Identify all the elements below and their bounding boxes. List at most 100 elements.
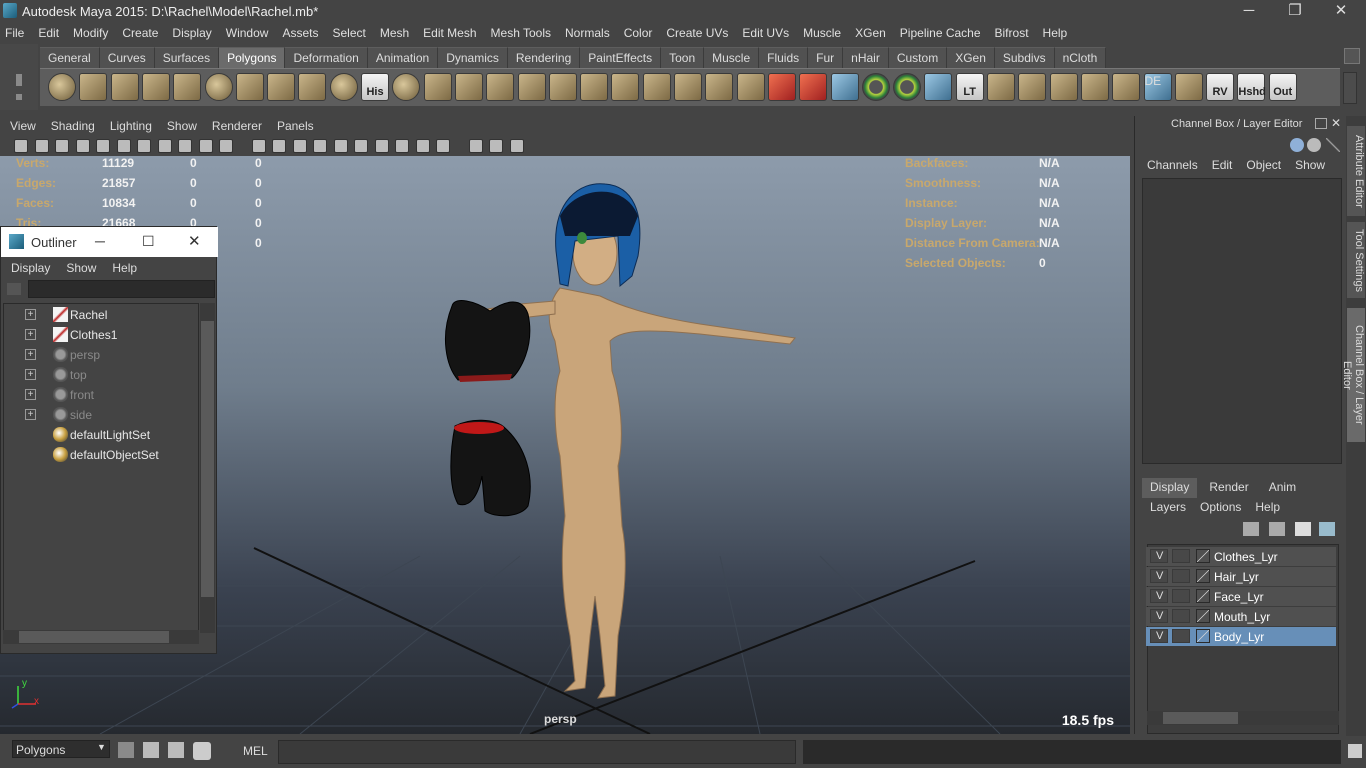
- bridge-icon[interactable]: [580, 73, 609, 101]
- shelf-tab-polygons[interactable]: Polygons: [219, 47, 286, 68]
- poly-cone-icon[interactable]: [141, 73, 170, 101]
- outliner-maximize-button[interactable]: ☐: [142, 233, 155, 250]
- poke-icon[interactable]: [736, 73, 765, 101]
- side-tab-attribute-editor[interactable]: Attribute Editor: [1347, 126, 1365, 216]
- select-mode-icon[interactable]: [118, 742, 134, 758]
- shelf-tab-fur[interactable]: Fur: [808, 47, 844, 68]
- hypershade-icon[interactable]: Hshd: [1237, 73, 1266, 101]
- layer-tab-display[interactable]: Display: [1142, 478, 1198, 498]
- outliner-menu-help[interactable]: Help: [112, 261, 137, 275]
- menu-edit-mesh[interactable]: Edit Mesh: [423, 26, 476, 40]
- layer-row[interactable]: V Face_Lyr: [1146, 587, 1336, 606]
- shelf-tab-surfaces[interactable]: Surfaces: [154, 47, 220, 68]
- uv-auto-icon[interactable]: [1080, 73, 1109, 101]
- layer-color-swatch[interactable]: [1196, 549, 1210, 563]
- layer-row[interactable]: V Mouth_Lyr: [1146, 607, 1336, 626]
- script-language-label[interactable]: MEL: [243, 744, 268, 758]
- filter-icon[interactable]: [7, 283, 21, 295]
- shelf-menu-icon[interactable]: [16, 94, 22, 100]
- xray-icon[interactable]: [468, 139, 483, 153]
- shelf-tab-deformation[interactable]: Deformation: [285, 47, 368, 68]
- command-input[interactable]: [278, 740, 796, 764]
- viewport-menu-renderer[interactable]: Renderer: [212, 119, 262, 133]
- shelf-tab-ncloth[interactable]: nCloth: [1054, 47, 1107, 68]
- shelf-scroll[interactable]: [1343, 72, 1357, 104]
- layer-row[interactable]: V Clothes_Lyr: [1146, 547, 1336, 566]
- uv-spherical-icon[interactable]: [1049, 73, 1078, 101]
- image-plane-icon[interactable]: [96, 139, 110, 153]
- poly-sphere-icon[interactable]: [48, 73, 76, 101]
- shelf-tab-rendering[interactable]: Rendering: [507, 47, 581, 68]
- resolution-gate-icon[interactable]: [157, 139, 172, 153]
- outliner-item[interactable]: + persp: [4, 345, 204, 365]
- outliner-item[interactable]: defaultLightSet: [4, 425, 204, 445]
- menu-display[interactable]: Display: [172, 26, 211, 40]
- outliner-horizontal-scrollbar[interactable]: [3, 630, 199, 644]
- grid-icon[interactable]: [116, 139, 131, 153]
- xray-components-icon[interactable]: [509, 139, 524, 153]
- side-tab-channel-box-layer-editor[interactable]: Channel Box / Layer Editor: [1341, 308, 1365, 442]
- move-layer-up-icon[interactable]: [1243, 522, 1259, 536]
- outliner-item[interactable]: + side: [4, 405, 204, 425]
- append-icon[interactable]: [611, 73, 640, 101]
- close-button[interactable]: ✕: [1318, 0, 1364, 22]
- menu-mesh[interactable]: Mesh: [380, 26, 409, 40]
- tool-settings-toggle-icon[interactable]: [1326, 138, 1340, 152]
- display-type-toggle[interactable]: [1172, 589, 1190, 603]
- layer-row[interactable]: V Body_Lyr: [1146, 627, 1336, 646]
- viewport-menu-view[interactable]: View: [10, 119, 36, 133]
- shelf-tab-general[interactable]: General: [40, 47, 100, 68]
- outliner-menu-display[interactable]: Display: [11, 261, 50, 275]
- anti-alias-icon[interactable]: [415, 139, 430, 153]
- layer-color-swatch[interactable]: [1196, 629, 1210, 643]
- bookmark-icon[interactable]: [75, 139, 90, 153]
- merge-icon[interactable]: [674, 73, 702, 101]
- shelf-tab-subdivs[interactable]: Subdivs: [994, 47, 1055, 68]
- poly-pipe-icon[interactable]: [267, 73, 296, 101]
- film-gate-icon[interactable]: [137, 139, 151, 153]
- hierarchy-mode-icon[interactable]: [143, 742, 159, 758]
- xray-joints-icon[interactable]: [489, 139, 503, 153]
- menu-file[interactable]: File: [5, 26, 24, 40]
- isolate-select-icon[interactable]: [436, 139, 450, 153]
- interactive-split-icon[interactable]: [329, 73, 358, 101]
- outliner-close-button[interactable]: ✕: [188, 232, 201, 250]
- display-type-toggle[interactable]: [1172, 629, 1190, 643]
- menu-create-uvs[interactable]: Create UVs: [666, 26, 728, 40]
- uv-cylindrical-icon[interactable]: [1018, 73, 1047, 101]
- minimize-button[interactable]: ─: [1226, 0, 1272, 22]
- ambient-occlusion-icon[interactable]: [374, 139, 389, 153]
- side-tab-tool-settings[interactable]: Tool Settings: [1347, 222, 1365, 298]
- display-type-toggle[interactable]: [1172, 569, 1190, 583]
- outliner-minimize-button[interactable]: ─: [95, 233, 105, 249]
- display-type-toggle[interactable]: [1172, 609, 1190, 623]
- expand-icon[interactable]: +: [25, 329, 36, 340]
- clothes-shorts[interactable]: [450, 419, 531, 517]
- transfer-icon[interactable]: [893, 73, 922, 101]
- shelf-tab-curves[interactable]: Curves: [99, 47, 155, 68]
- outliner-menu-show[interactable]: Show: [66, 261, 96, 275]
- shelf-tab-nhair[interactable]: nHair: [843, 47, 889, 68]
- shelf-options-icon[interactable]: [16, 74, 22, 86]
- menu-modify[interactable]: Modify: [73, 26, 108, 40]
- expand-icon[interactable]: +: [25, 389, 36, 400]
- reduce-icon[interactable]: [830, 73, 859, 101]
- shelf-tab-custom[interactable]: Custom: [888, 47, 948, 68]
- uv-editor-icon[interactable]: [1112, 73, 1141, 101]
- shade-wireframe-icon[interactable]: [292, 139, 307, 153]
- layer-menu-layers[interactable]: Layers: [1150, 500, 1186, 514]
- poly-pyramid-icon[interactable]: [235, 73, 264, 101]
- outliner-item[interactable]: + front: [4, 385, 204, 405]
- separate-icon[interactable]: [423, 73, 452, 101]
- safe-action-icon[interactable]: [219, 139, 233, 153]
- channel-box-toggle-icon[interactable]: [1290, 138, 1304, 152]
- component-mode-icon[interactable]: [193, 742, 211, 760]
- menu-normals[interactable]: Normals: [565, 26, 610, 40]
- shelf-tab-xgen[interactable]: XGen: [947, 47, 995, 68]
- extrude-icon[interactable]: [548, 73, 577, 101]
- uv-layout-icon[interactable]: [1174, 73, 1203, 101]
- menu-window[interactable]: Window: [226, 26, 269, 40]
- attribute-editor-toggle-icon[interactable]: [1307, 138, 1321, 152]
- layer-tab-render[interactable]: Render: [1201, 478, 1257, 498]
- outliner-item[interactable]: + Rachel: [4, 305, 204, 325]
